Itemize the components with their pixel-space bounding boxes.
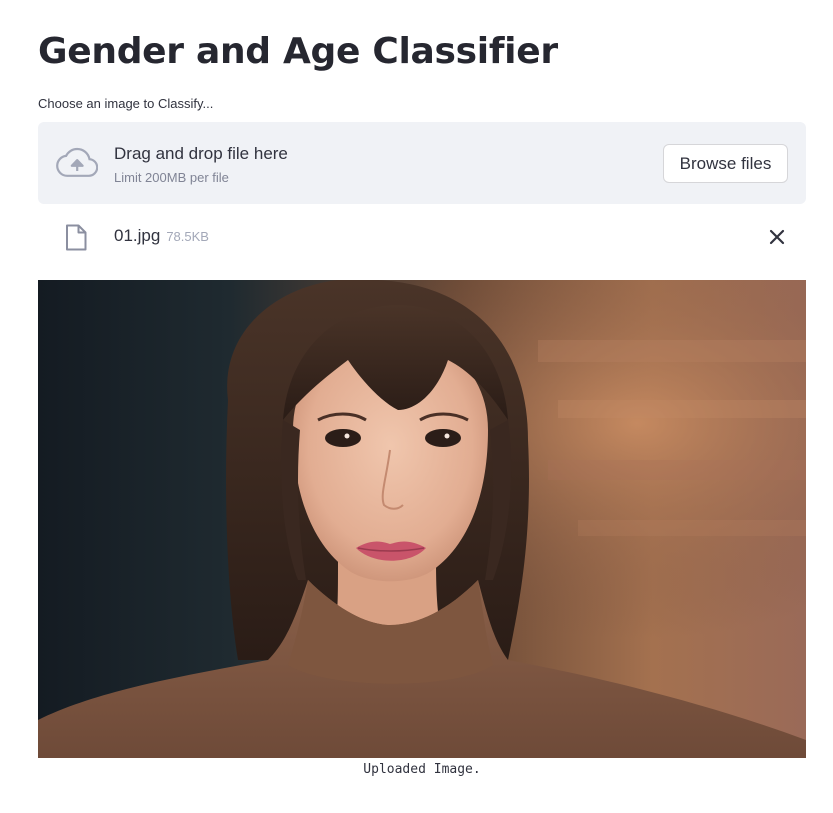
uploaded-file-row: 01.jpg 78.5KB	[38, 214, 806, 260]
portrait-photo	[38, 280, 806, 758]
uploaded-file-info: 01.jpg 78.5KB	[114, 224, 209, 249]
file-dropzone[interactable]: Drag and drop file here Limit 200MB per …	[38, 122, 806, 204]
browse-files-button[interactable]: Browse files	[663, 144, 788, 183]
dropzone-instructions: Drag and drop file here	[114, 144, 288, 163]
cloud-upload-icon	[56, 147, 98, 177]
image-caption: Uploaded Image.	[363, 762, 481, 777]
dropzone-text: Drag and drop file here Limit 200MB per …	[114, 142, 288, 187]
uploaded-image	[38, 280, 806, 758]
file-name: 01.jpg	[114, 226, 161, 245]
app-page: Gender and Age Classifier Choose an imag…	[0, 0, 833, 813]
file-icon	[66, 224, 87, 251]
close-icon[interactable]	[766, 226, 788, 248]
file-size: 78.5KB	[166, 229, 209, 244]
page-title: Gender and Age Classifier	[38, 31, 558, 72]
uploader-label: Choose an image to Classify...	[38, 96, 214, 111]
dropzone-limit: Limit 200MB per file	[114, 170, 229, 185]
